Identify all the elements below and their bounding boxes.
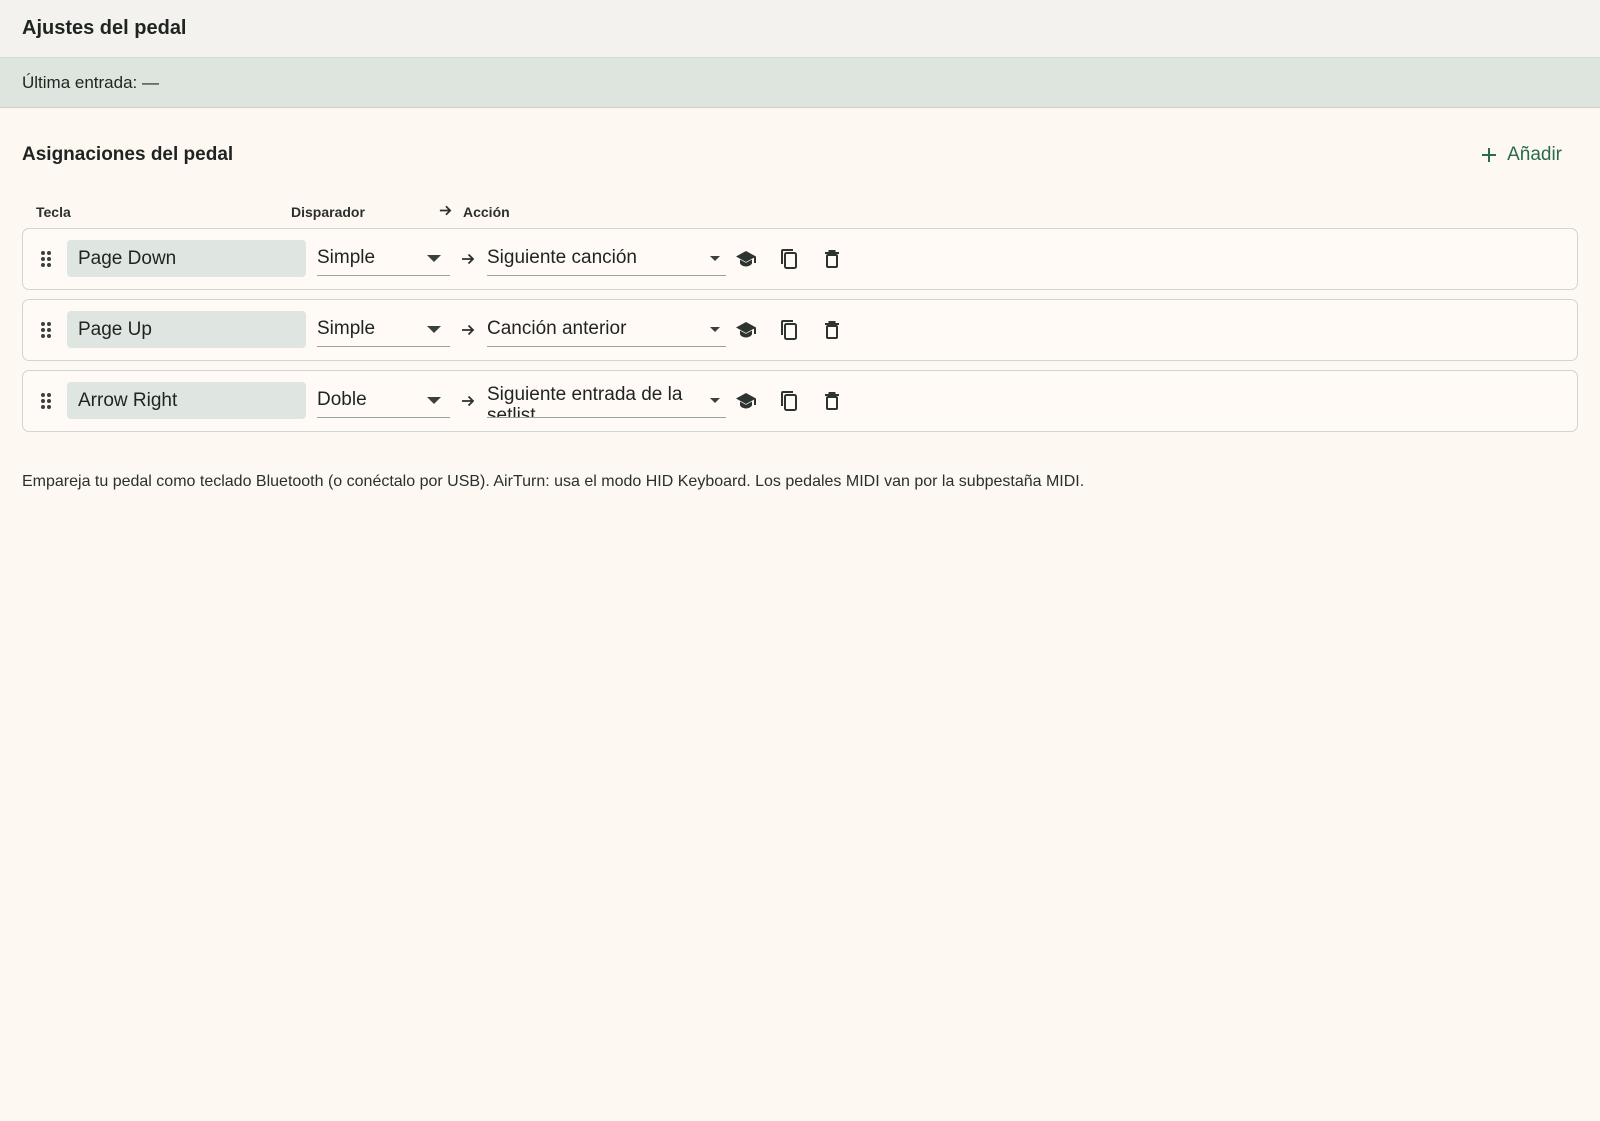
pairing-help-text: Empareja tu pedal como teclado Bluetooth… [22, 473, 1085, 490]
page-title: Ajustes del pedal [22, 17, 187, 39]
action-select[interactable]: Siguiente canción [487, 240, 726, 276]
key-field[interactable]: Page Down [67, 240, 306, 277]
trigger-value: Simple [317, 318, 376, 339]
drag-handle-icon[interactable] [39, 250, 53, 268]
drag-handle-icon[interactable] [39, 392, 53, 410]
chevron-down-icon [427, 397, 441, 404]
column-trigger: Disparador [291, 204, 365, 220]
arrow-right-icon [460, 393, 476, 409]
trigger-select[interactable]: Simple [317, 240, 450, 276]
mapping-row: Page Down Simple Siguiente canción [22, 228, 1578, 290]
chevron-down-icon [427, 326, 441, 333]
mapping-row: Page Up Simple Canción anterior [22, 299, 1578, 361]
action-value: Canción anterior [487, 318, 627, 339]
action-select[interactable]: Siguiente entrada de la setlist [487, 382, 726, 418]
mappings-title: Asignaciones del pedal [22, 143, 234, 165]
action-value: Siguiente entrada de la setlist [487, 384, 683, 418]
arrow-right-icon [438, 203, 453, 221]
mappings-section: Asignaciones del pedal Añadir Tecla Disp… [0, 108, 1600, 491]
key-field[interactable]: Arrow Right [67, 382, 306, 419]
trigger-value: Simple [317, 247, 376, 268]
plus-icon [1482, 148, 1497, 162]
chevron-down-icon [710, 256, 720, 261]
trash-icon[interactable] [819, 246, 845, 272]
column-action: Acción [463, 204, 510, 220]
mappings-header: Asignaciones del pedal Añadir [22, 108, 1578, 202]
last-input-bar: Última entrada: — [0, 58, 1600, 108]
settings-header: Ajustes del pedal [0, 0, 1600, 58]
trash-icon[interactable] [819, 388, 845, 414]
last-input-text: Última entrada: — [22, 72, 159, 92]
mapping-row: Arrow Right Doble Siguiente entrada de l… [22, 370, 1578, 432]
trigger-select[interactable]: Doble [317, 382, 450, 418]
chevron-down-icon [427, 255, 441, 262]
key-field[interactable]: Page Up [67, 311, 306, 348]
add-mapping-label: Añadir [1507, 144, 1562, 165]
column-key: Tecla [36, 204, 71, 220]
arrow-right-icon [460, 251, 476, 267]
drag-handle-icon[interactable] [39, 321, 53, 339]
mapping-list: Page Down Simple Siguiente canción Page … [22, 228, 1578, 432]
school-icon[interactable] [733, 246, 759, 272]
chevron-down-icon [710, 327, 720, 332]
copy-icon[interactable] [776, 317, 802, 343]
arrow-right-icon [460, 322, 476, 338]
school-icon[interactable] [733, 317, 759, 343]
add-mapping-button[interactable]: Añadir [1469, 140, 1578, 170]
column-headers: Tecla Disparador Acción [22, 202, 1578, 228]
trigger-value: Doble [317, 389, 367, 410]
school-icon[interactable] [733, 388, 759, 414]
trigger-select[interactable]: Simple [317, 311, 450, 347]
copy-icon[interactable] [776, 388, 802, 414]
copy-icon[interactable] [776, 246, 802, 272]
trash-icon[interactable] [819, 317, 845, 343]
chevron-down-icon [710, 398, 720, 403]
action-value: Siguiente canción [487, 247, 637, 268]
action-select[interactable]: Canción anterior [487, 311, 726, 347]
